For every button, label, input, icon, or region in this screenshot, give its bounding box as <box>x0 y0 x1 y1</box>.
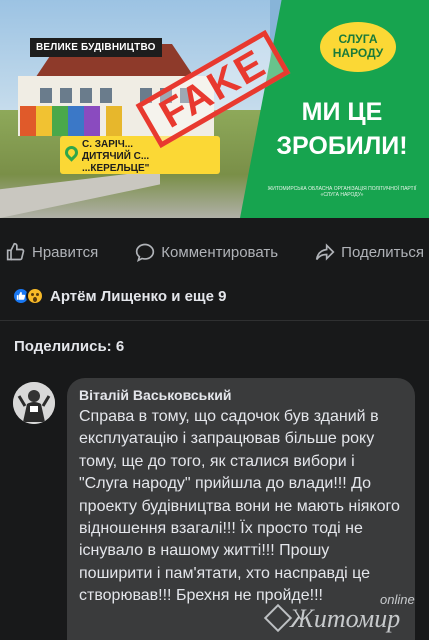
image-label: ВЕЛИКЕ БУДІВНИЦТВО <box>30 38 162 57</box>
party-logo-line-2: НАРОДУ <box>332 46 384 60</box>
divider <box>0 320 429 321</box>
wow-reaction-icon <box>26 287 44 305</box>
location-line-2: ДИТЯЧИЙ С... ...КЕРЕЛЬЦЕ" <box>82 151 150 174</box>
watermark-logo-icon <box>263 603 293 633</box>
fineprint: ЖИТОМИРСЬКА ОБЛАСНА ОРГАНІЗАЦІЯ ПОЛІТИЧН… <box>267 186 417 198</box>
comment-author[interactable]: Віталій Васьковський <box>79 387 403 403</box>
slogan-line-1: МИ ЦЕ <box>301 98 383 126</box>
comment-text: Справа в тому, що садочок був зданий в е… <box>79 408 400 605</box>
comment-button[interactable]: Комментировать <box>135 242 278 262</box>
avatar-figure-icon <box>13 382 55 424</box>
like-label: Нравится <box>32 243 99 261</box>
comment-label: Комментировать <box>161 243 279 261</box>
watermark: Житомир online <box>262 592 429 640</box>
watermark-text: Житомир <box>290 604 401 633</box>
slogan: МИ ЦЕ ЗРОБИЛИ! <box>262 95 422 163</box>
location-pin-icon <box>62 143 81 162</box>
reaction-icons <box>12 287 44 305</box>
party-logo-line-1: СЛУГА <box>338 32 378 46</box>
location-line-1: С. ЗАРІЧ... <box>82 139 134 150</box>
party-logo: СЛУГА НАРОДУ <box>320 22 396 72</box>
thumbs-up-icon <box>6 242 25 261</box>
post-actions: Нравится Комментировать Поделиться <box>0 233 429 271</box>
comment-icon <box>136 243 155 262</box>
post-image[interactable]: ВЕЛИКЕ БУДІВНИЦТВО С. ЗАРІЧ... ДИТЯЧИЙ С… <box>0 0 429 218</box>
shares-count[interactable]: Поделились: 6 <box>14 338 124 355</box>
like-button[interactable]: Нравится <box>6 242 98 262</box>
avatar[interactable] <box>13 382 55 424</box>
share-label: Поделиться <box>341 243 424 261</box>
share-button[interactable]: Поделиться <box>315 242 424 262</box>
location-box: С. ЗАРІЧ... ДИТЯЧИЙ С... ...КЕРЕЛЬЦЕ" <box>60 136 220 174</box>
reactions-text: Артём Лищенко и еще 9 <box>50 287 227 305</box>
watermark-suffix: online <box>380 592 415 607</box>
reactions-summary[interactable]: Артём Лищенко и еще 9 <box>12 287 226 305</box>
slogan-line-2: ЗРОБИЛИ! <box>276 132 408 160</box>
share-icon <box>315 243 335 261</box>
